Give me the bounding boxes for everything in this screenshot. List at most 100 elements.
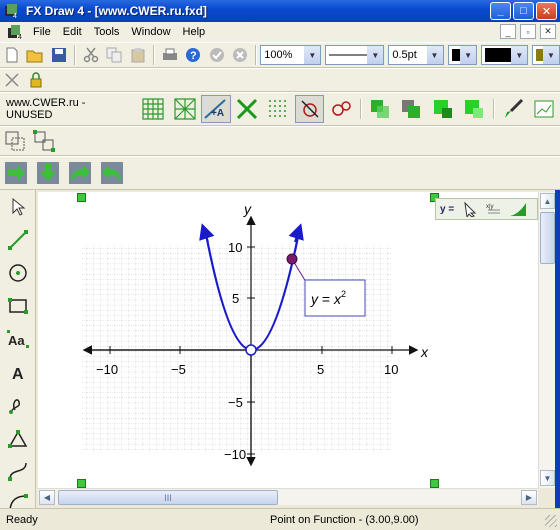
text-tool-icon[interactable]: A — [3, 356, 33, 388]
svg-text:A: A — [12, 366, 24, 383]
selection-handle[interactable] — [77, 193, 86, 202]
y-axis-label: y — [243, 201, 252, 217]
maximize-button[interactable]: □ — [513, 2, 534, 20]
standard-toolbar: ? 100% ▼ ▼ 0.5pt ▼ ▼ ▼ ▼ — [0, 42, 560, 68]
svg-text:4: 4 — [18, 34, 22, 40]
select-pointer-icon[interactable] — [3, 191, 33, 223]
x-tick-label: −10 — [96, 362, 118, 377]
brush-icon[interactable] — [499, 95, 528, 123]
shade-4-icon[interactable] — [459, 95, 488, 123]
polygon-tool-icon[interactable] — [3, 422, 33, 454]
resize-grip-icon[interactable] — [545, 515, 557, 527]
lock-icon[interactable] — [25, 69, 47, 91]
table-values-icon[interactable]: x|y — [483, 198, 505, 220]
arrow-curve-icon[interactable] — [65, 159, 95, 187]
status-point-info: Point on Function - (3.00,9.00) — [270, 513, 419, 526]
mdi-minimize-button[interactable]: _ — [500, 24, 516, 39]
document-icon[interactable]: 4 — [6, 24, 24, 40]
new-icon[interactable] — [1, 44, 23, 66]
y-tick-label: −5 — [228, 395, 243, 410]
cancel-icon[interactable] — [230, 44, 252, 66]
arrow-curve-back-icon[interactable] — [97, 159, 127, 187]
rectangle-tool-icon[interactable] — [3, 290, 33, 322]
scroll-up-icon[interactable]: ▲ — [540, 193, 555, 209]
pattern-select[interactable]: ▼ — [532, 45, 560, 65]
scroll-thumb-grip: III — [164, 492, 172, 503]
ok-icon[interactable] — [206, 44, 228, 66]
group-icon[interactable] — [1, 130, 29, 152]
drawing-canvas[interactable]: x y −10 −5 5 10 10 5 −5 −10 y = x2 — [38, 192, 538, 488]
shade-area-icon[interactable] — [507, 198, 529, 220]
line-color-select[interactable]: ▼ — [447, 45, 478, 65]
point-on-function-icon[interactable] — [295, 95, 325, 123]
menu-tools[interactable]: Tools — [88, 26, 126, 38]
separator — [255, 45, 258, 65]
dot-grid-icon[interactable] — [264, 95, 293, 123]
function-label[interactable]: y = — [436, 204, 458, 215]
chevron-down-icon: ▼ — [367, 46, 384, 64]
horizontal-scrollbar[interactable]: ◀ III ▶ — [38, 488, 538, 505]
vertex-point[interactable] — [245, 344, 257, 356]
chevron-down-icon: ▼ — [426, 46, 443, 64]
close-button[interactable]: ✕ — [536, 2, 557, 20]
line-tool-icon[interactable] — [3, 224, 33, 256]
horizontal-scroll-thumb[interactable]: III — [58, 490, 278, 505]
chart-export-icon[interactable] — [530, 95, 559, 123]
axes-icon[interactable] — [233, 95, 262, 123]
paste-icon[interactable] — [127, 44, 149, 66]
x-tick-label: 10 — [384, 362, 398, 377]
fill-color-select[interactable]: ▼ — [481, 45, 529, 65]
arrange-toolbar — [0, 156, 560, 190]
vertical-scroll-thumb[interactable] — [540, 212, 555, 264]
title-bar: 4 FX Draw 4 - [www.CWER.ru.fxd] _ □ ✕ — [0, 0, 560, 22]
menu-help[interactable]: Help — [177, 26, 212, 38]
line-style-select[interactable]: ▼ — [325, 45, 385, 65]
menu-file[interactable]: File — [27, 26, 57, 38]
scroll-down-icon[interactable]: ▼ — [540, 470, 555, 486]
mdi-restore-button[interactable]: ▫ — [520, 24, 536, 39]
y-tick-label: 5 — [232, 291, 239, 306]
window-title: FX Draw 4 - [www.CWER.ru.fxd] — [26, 4, 207, 18]
arrow-right-icon[interactable] — [1, 159, 31, 187]
open-icon[interactable] — [25, 44, 47, 66]
app-icon: 4 — [5, 4, 17, 19]
print-icon[interactable] — [159, 44, 181, 66]
menu-edit[interactable]: Edit — [57, 26, 88, 38]
circle-tool-icon[interactable] — [3, 257, 33, 289]
function-point[interactable] — [286, 253, 298, 265]
edit-pointer-icon[interactable] — [459, 198, 481, 220]
cut-icon[interactable] — [80, 44, 102, 66]
arrow-down-icon[interactable] — [33, 159, 63, 187]
copy-icon[interactable] — [104, 44, 126, 66]
selection-handle[interactable] — [430, 479, 439, 488]
shade-3-icon[interactable] — [428, 95, 457, 123]
mdi-close-button[interactable]: ✕ — [540, 24, 556, 39]
vertical-scrollbar[interactable]: ▲ ▼ — [538, 192, 555, 488]
minimize-button[interactable]: _ — [490, 2, 511, 20]
svg-text:4: 4 — [13, 13, 17, 19]
add-axis-label-icon[interactable]: +A — [201, 95, 231, 123]
disconnect-icon[interactable] — [1, 69, 23, 91]
zoom-select[interactable]: 100% ▼ — [260, 45, 322, 65]
shade-2-icon[interactable] — [397, 95, 426, 123]
menu-window[interactable]: Window — [125, 26, 176, 38]
chevron-down-icon: ▼ — [304, 46, 321, 64]
scroll-left-icon[interactable]: ◀ — [39, 490, 55, 505]
grid-square-icon[interactable] — [139, 95, 168, 123]
help-icon[interactable]: ? — [182, 44, 204, 66]
curve-tool-icon[interactable] — [3, 455, 33, 487]
selection-handle[interactable] — [77, 479, 86, 488]
text-box-tool-icon[interactable]: Aa — [3, 323, 33, 355]
separator — [359, 99, 362, 119]
graph[interactable]: x y −10 −5 5 10 10 5 −5 −10 y = x2 — [38, 192, 538, 488]
svg-text:Aa: Aa — [8, 333, 25, 348]
save-icon[interactable] — [48, 44, 70, 66]
intersection-icon[interactable] — [326, 95, 355, 123]
scroll-right-icon[interactable]: ▶ — [521, 490, 537, 505]
line-size-select[interactable]: 0.5pt ▼ — [388, 45, 444, 65]
ungroup-icon[interactable] — [31, 130, 59, 152]
shade-1-icon[interactable] — [366, 95, 395, 123]
grid-isometric-icon[interactable] — [170, 95, 199, 123]
scrollbar-corner — [538, 488, 555, 505]
freehand-tool-icon[interactable] — [3, 389, 33, 421]
